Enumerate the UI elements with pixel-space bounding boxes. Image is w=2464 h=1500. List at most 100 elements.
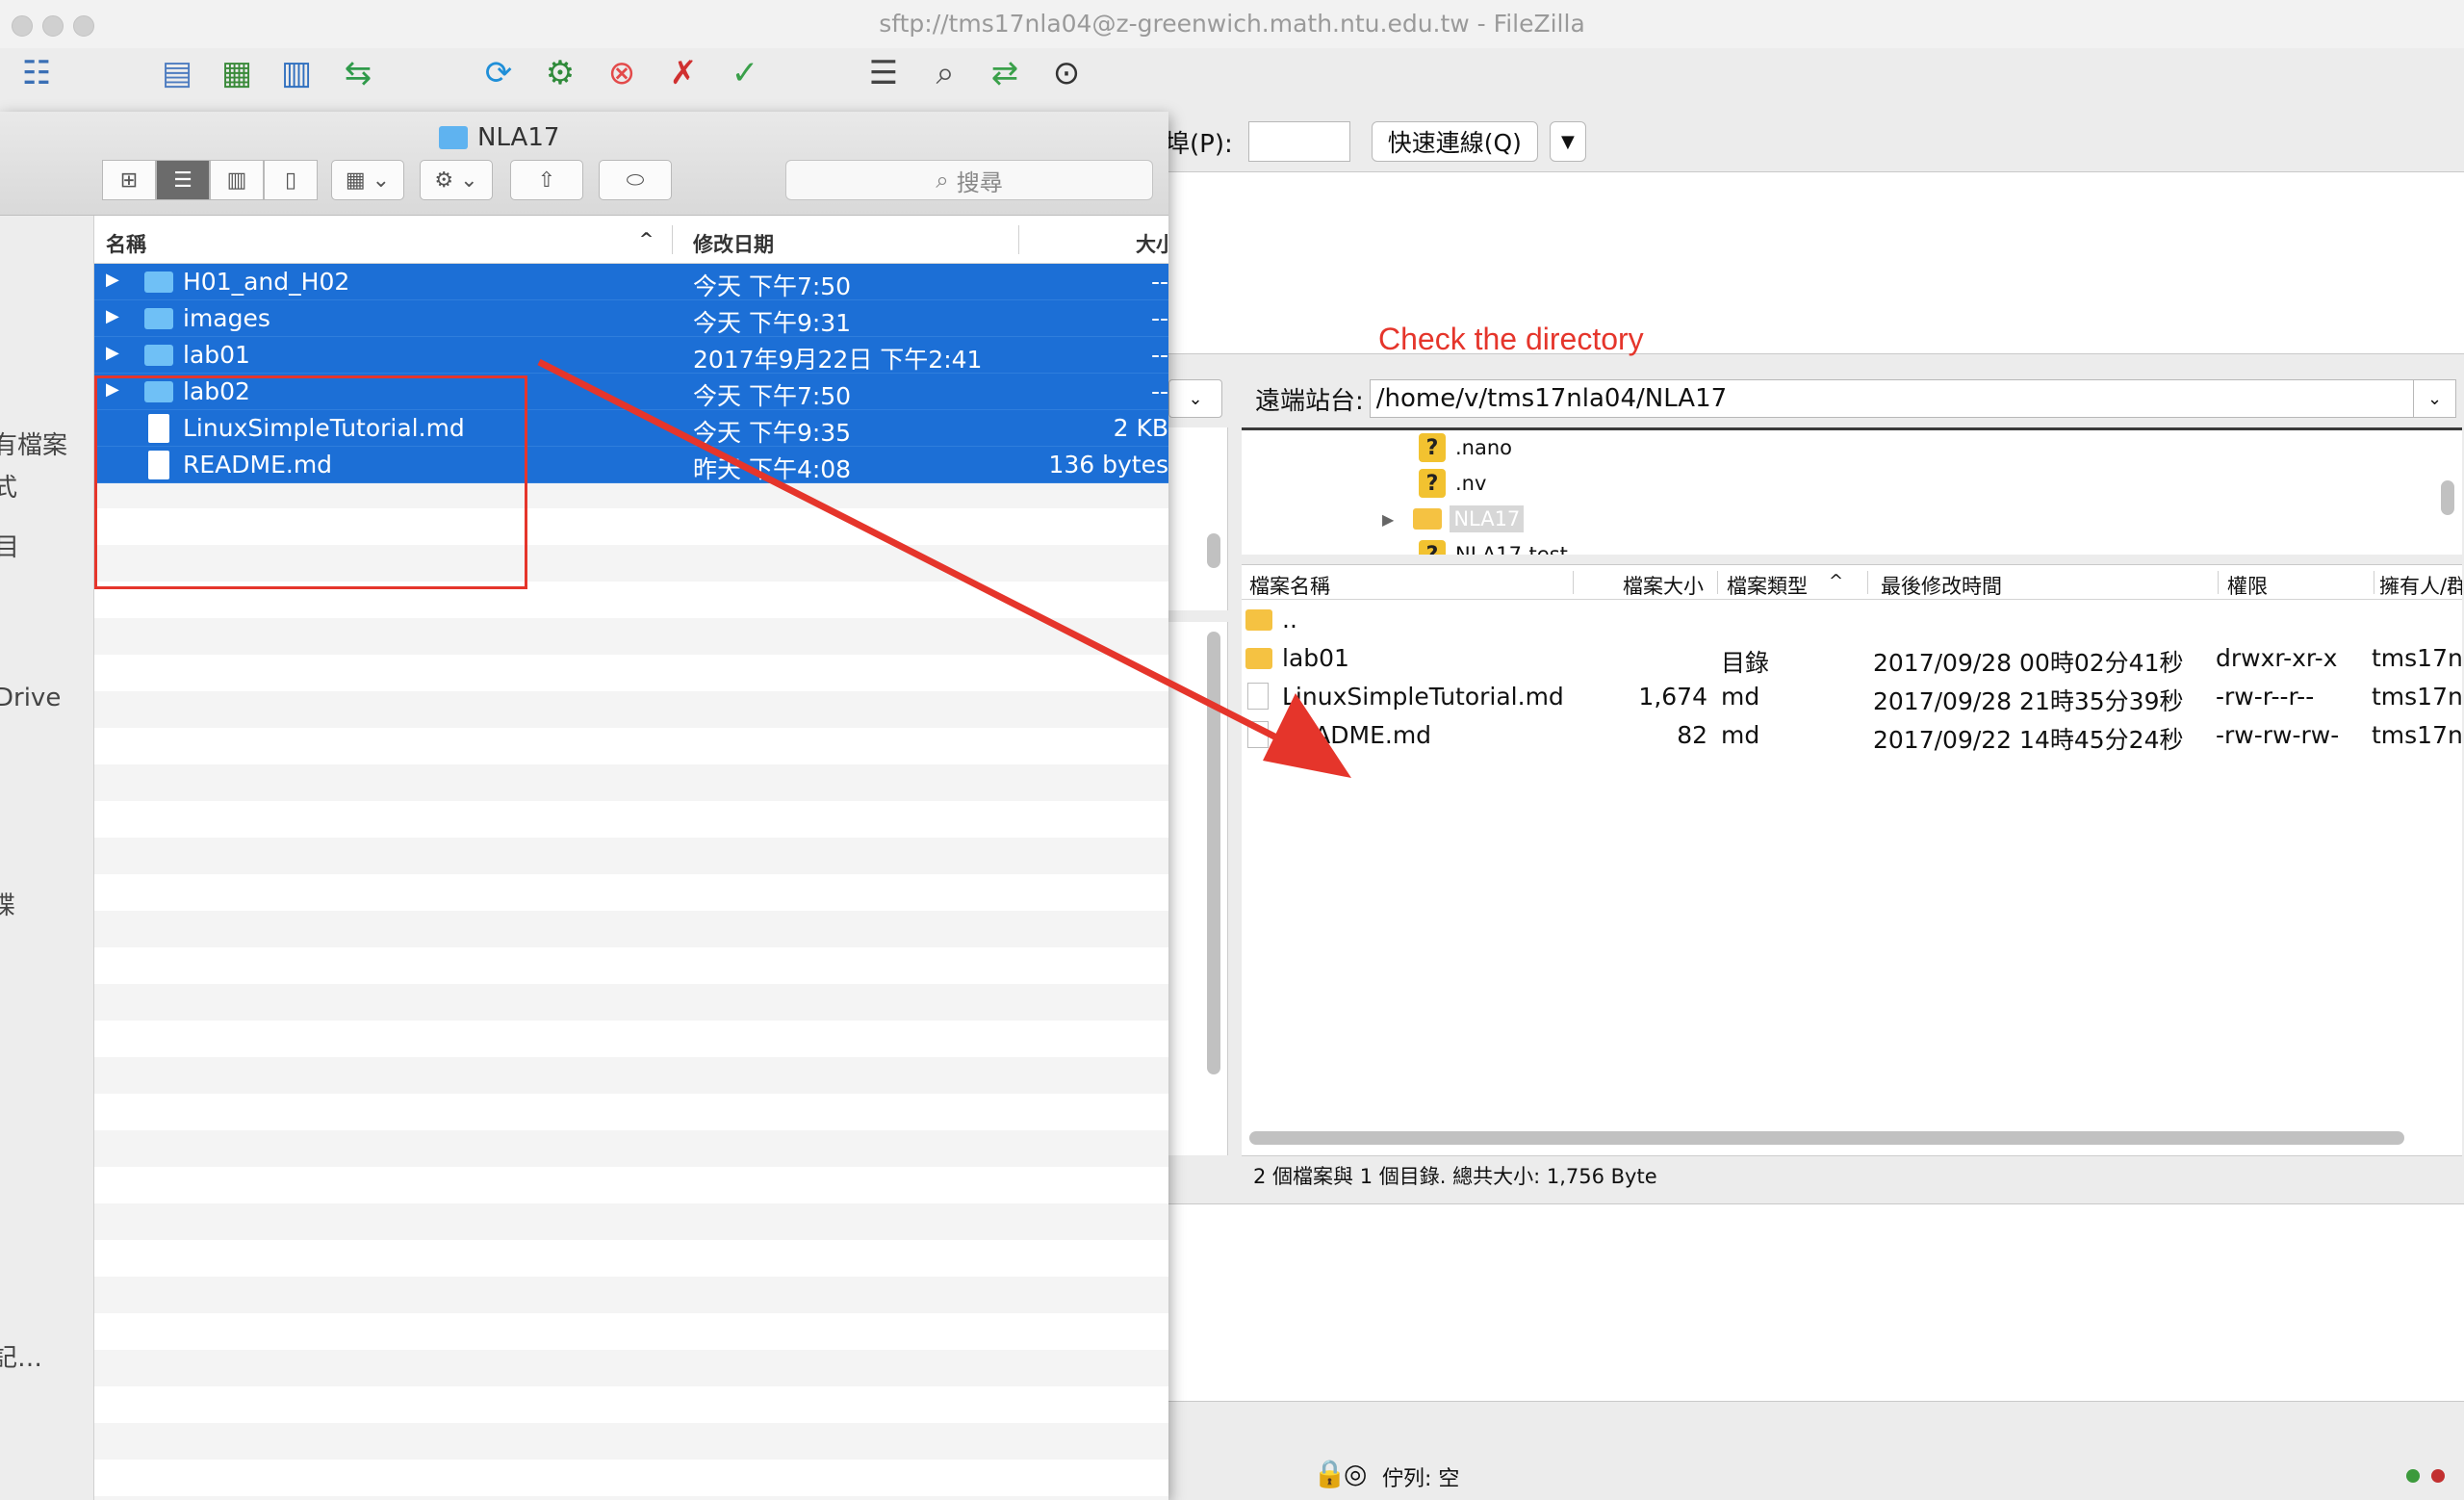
action-menu-button[interactable]: ⚙ ⌄	[420, 160, 493, 200]
column-header-size[interactable]: 大小	[1136, 229, 1168, 258]
gallery-view-icon[interactable]: ▯	[264, 160, 318, 200]
sidebar-item[interactable]: 碟	[0, 886, 15, 921]
sidebar-item[interactable]: 有檔案	[0, 426, 67, 461]
table-row[interactable]: LinuxSimpleTutorial.md 1,674 md 2017/09/…	[1242, 677, 2462, 715]
column-view-icon[interactable]: ▥	[210, 160, 264, 200]
refresh-icon[interactable]: ⟳	[475, 50, 522, 96]
column-divider	[1018, 225, 1019, 254]
speed-limit-icon[interactable]: ◎	[1344, 1458, 1367, 1489]
list-view-icon[interactable]: ☰	[156, 160, 210, 200]
folder-icon	[1245, 648, 1272, 669]
send-indicator-icon	[2431, 1469, 2445, 1483]
file-icon	[148, 414, 169, 443]
disclosure-triangle-icon[interactable]: ▶	[106, 270, 119, 290]
sidebar-item[interactable]: 式	[0, 468, 17, 504]
item-date: 昨天 下午4:08	[693, 455, 852, 483]
column-header-owner[interactable]: 擁有人/群組	[2379, 571, 2462, 600]
directory-listing-filters-icon[interactable]: ☰	[860, 50, 907, 96]
port-input[interactable]	[1247, 121, 1350, 162]
chevron-down-icon: ⌄	[2426, 388, 2443, 409]
tree-item-nla17[interactable]: ▶ NLA17	[1382, 502, 1525, 536]
tree-item-label: NLA17-test	[1455, 543, 1568, 555]
item-size: --	[1150, 377, 1168, 405]
quickconnect-button[interactable]: 快速連線(Q)	[1371, 121, 1538, 162]
disconnect-icon[interactable]: ✗	[660, 50, 706, 96]
compare-directories-icon[interactable]: ⌕	[922, 50, 968, 96]
column-header-filetype[interactable]: 檔案類型	[1727, 571, 1808, 600]
site-manager-icon[interactable]: ☷	[13, 50, 60, 96]
column-divider	[1573, 571, 1574, 594]
quickconnect-dropdown-button[interactable]: ▼	[1549, 121, 1586, 162]
reconnect-icon[interactable]: ✓	[722, 50, 768, 96]
list-item[interactable]: README.md 昨天 下午4:08 136 bytes	[94, 447, 1168, 483]
remote-list-scrollbar[interactable]	[1249, 1131, 2404, 1145]
column-header-filename[interactable]: 檔案名稱	[1249, 571, 1330, 600]
tree-item-nla17-test[interactable]: ? NLA17-test	[1419, 537, 1568, 555]
toggle-message-log-icon[interactable]: ▤	[154, 50, 200, 96]
item-date: 今天 下午7:50	[693, 272, 852, 300]
file-owner: tms17nl	[2372, 644, 2462, 672]
disclosure-triangle-icon[interactable]: ▶	[1382, 510, 1394, 529]
column-header-permissions[interactable]: 權限	[2227, 571, 2268, 600]
toggle-local-tree-icon[interactable]: ▦	[214, 50, 260, 96]
local-tree[interactable]	[1168, 427, 1228, 610]
column-header-date[interactable]: 修改日期	[693, 229, 774, 258]
remote-file-list[interactable]: 檔案名稱 檔案大小 檔案類型 ^ 最後修改時間 權限 擁有人/群組 .. lab…	[1242, 564, 2462, 1155]
disclosure-triangle-icon[interactable]: ▶	[106, 306, 119, 326]
sidebar-item[interactable]: 記…	[0, 1338, 42, 1374]
local-list-scrollbar[interactable]	[1207, 632, 1220, 1074]
column-divider	[1717, 571, 1718, 594]
list-item[interactable]: LinuxSimpleTutorial.md 今天 下午9:35 2 KB	[94, 410, 1168, 447]
finder-file-list[interactable]: 名稱 ^ 修改日期 大小 ▶ H01_and_H02 今天 下午7:50 -- ▶ ima…	[94, 216, 1168, 1500]
quickconnect-bar: 埠(P): 快速連線(Q) ▼	[1165, 117, 1586, 166]
message-log[interactable]	[1168, 171, 2464, 354]
file-owner: tms17nl	[2372, 721, 2462, 749]
disclosure-triangle-icon[interactable]: ▶	[106, 343, 119, 363]
toggle-queue-icon[interactable]: ⇆	[335, 50, 381, 96]
table-row[interactable]: lab01 目錄 2017/09/28 00時02分41秒 drwxr-xr-x…	[1242, 638, 2462, 677]
group-by-button[interactable]: ▦ ⌄	[331, 160, 404, 200]
process-queue-icon[interactable]: ⚙	[537, 50, 583, 96]
tree-item-nano[interactable]: ? .nano	[1419, 430, 1512, 465]
sidebar-item[interactable]: Drive	[0, 684, 61, 712]
column-divider	[2218, 571, 2219, 594]
column-header-filesize[interactable]: 檔案大小	[1623, 571, 1704, 600]
file-name: LinuxSimpleTutorial.md	[1282, 683, 1564, 711]
folder-icon	[144, 272, 173, 293]
table-row[interactable]: README.md 82 md 2017/09/22 14時45分24秒 -rw…	[1242, 715, 2462, 754]
annotation-text: Check the directory	[1378, 322, 1644, 356]
cancel-operation-icon[interactable]: ⊗	[599, 50, 645, 96]
finder-toolbar: NLA17 ⊞ ☰ ▥ ▯ ▦ ⌄ ⚙ ⌄ ⇧ ⬭ ⌕ 搜尋	[0, 112, 1168, 216]
share-icon: ⇧	[537, 168, 556, 193]
local-file-list[interactable]	[1168, 622, 1228, 1155]
file-size: 1,674	[1638, 683, 1707, 711]
item-date: 今天 下午9:31	[693, 309, 852, 337]
transfer-queue[interactable]	[1168, 1203, 2464, 1402]
icon-view-icon[interactable]: ⊞	[102, 160, 156, 200]
search-input[interactable]: ⌕ 搜尋	[785, 160, 1153, 200]
table-row[interactable]: ..	[1242, 600, 2462, 638]
toggle-remote-tree-icon[interactable]: ▥	[273, 50, 320, 96]
sidebar-item[interactable]: 目	[0, 528, 19, 563]
list-item[interactable]: ▶ lab01 2017年9月22日 下午2:41 --	[94, 337, 1168, 374]
list-item[interactable]: ▶ H01_and_H02 今天 下午7:50 --	[94, 264, 1168, 300]
remote-tree-scrollbar[interactable]	[2441, 480, 2454, 515]
remote-directory-tree[interactable]: ? .nano ? .nv ▶ NLA17 ? NLA17-test	[1242, 427, 2462, 555]
remote-path-dropdown[interactable]: ⌄	[2414, 379, 2456, 418]
list-item[interactable]: ▶ lab02 今天 下午7:50 --	[94, 374, 1168, 410]
tree-item-nv[interactable]: ? .nv	[1419, 466, 1486, 501]
local-tree-scrollbar[interactable]	[1207, 533, 1220, 568]
file-type: 目錄	[1721, 649, 1770, 677]
file-name: ..	[1282, 606, 1297, 634]
sync-browsing-icon[interactable]: ⇄	[982, 50, 1028, 96]
list-item[interactable]: ▶ images 今天 下午9:31 --	[94, 300, 1168, 337]
search-remote-files-icon[interactable]: ⊙	[1043, 50, 1090, 96]
share-button[interactable]: ⇧	[510, 160, 583, 200]
column-header-modified[interactable]: 最後修改時間	[1881, 571, 2002, 600]
column-header-name[interactable]: 名稱	[106, 229, 146, 258]
tags-button[interactable]: ⬭	[599, 160, 672, 200]
remote-path-input[interactable]: /home/v/tms17nla04/NLA17	[1369, 379, 2414, 418]
receive-indicator-icon	[2406, 1469, 2420, 1483]
disclosure-triangle-icon[interactable]: ▶	[106, 379, 119, 400]
local-path-dropdown[interactable]: ⌄	[1168, 379, 1222, 418]
